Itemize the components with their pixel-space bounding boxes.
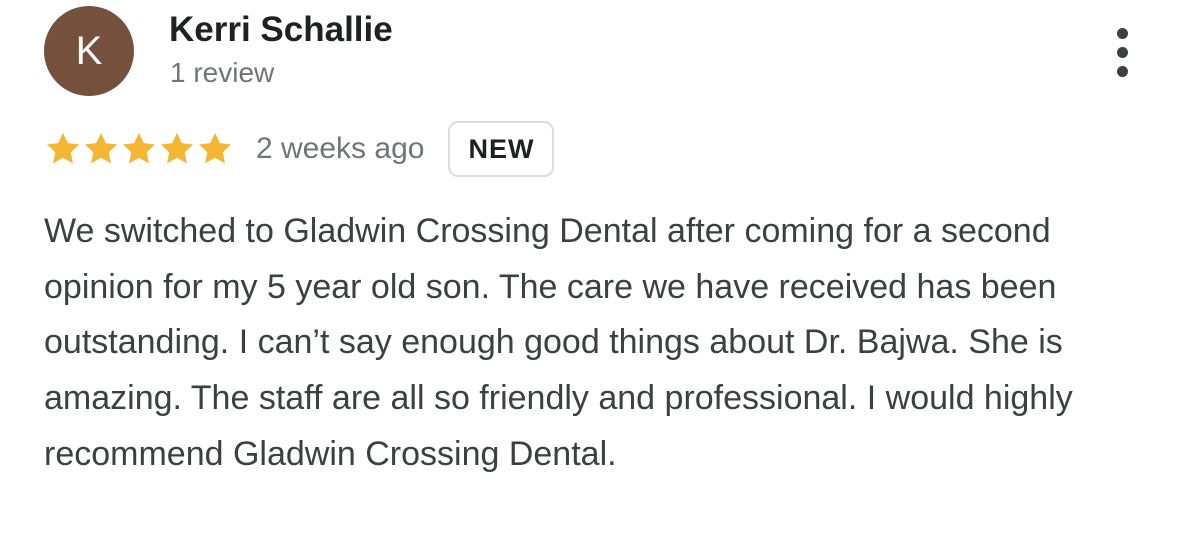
star-icon — [160, 132, 194, 164]
star-icon — [198, 132, 232, 164]
star-rating — [44, 130, 234, 168]
more-options-button[interactable] — [1098, 20, 1146, 84]
review-card: K Kerri Schallie 1 review 2 weeks ago NE… — [0, 0, 1200, 553]
new-badge: NEW — [448, 121, 555, 177]
rating-row: 2 weeks ago NEW — [44, 118, 555, 180]
review-text: We switched to Gladwin Crossing Dental a… — [44, 212, 1073, 473]
author-review-count: 1 review — [170, 57, 275, 88]
avatar-initial: K — [75, 29, 103, 73]
more-vertical-icon-dot — [1116, 65, 1128, 77]
review-time: 2 weeks ago — [256, 132, 425, 165]
star-icon — [122, 132, 156, 164]
star-icon — [46, 132, 80, 164]
more-vertical-icon-dot — [1116, 46, 1128, 58]
avatar[interactable]: K — [44, 6, 134, 96]
more-vertical-icon — [1116, 27, 1128, 39]
author-name[interactable]: Kerri Schallie — [169, 8, 393, 52]
star-icon — [84, 132, 118, 164]
